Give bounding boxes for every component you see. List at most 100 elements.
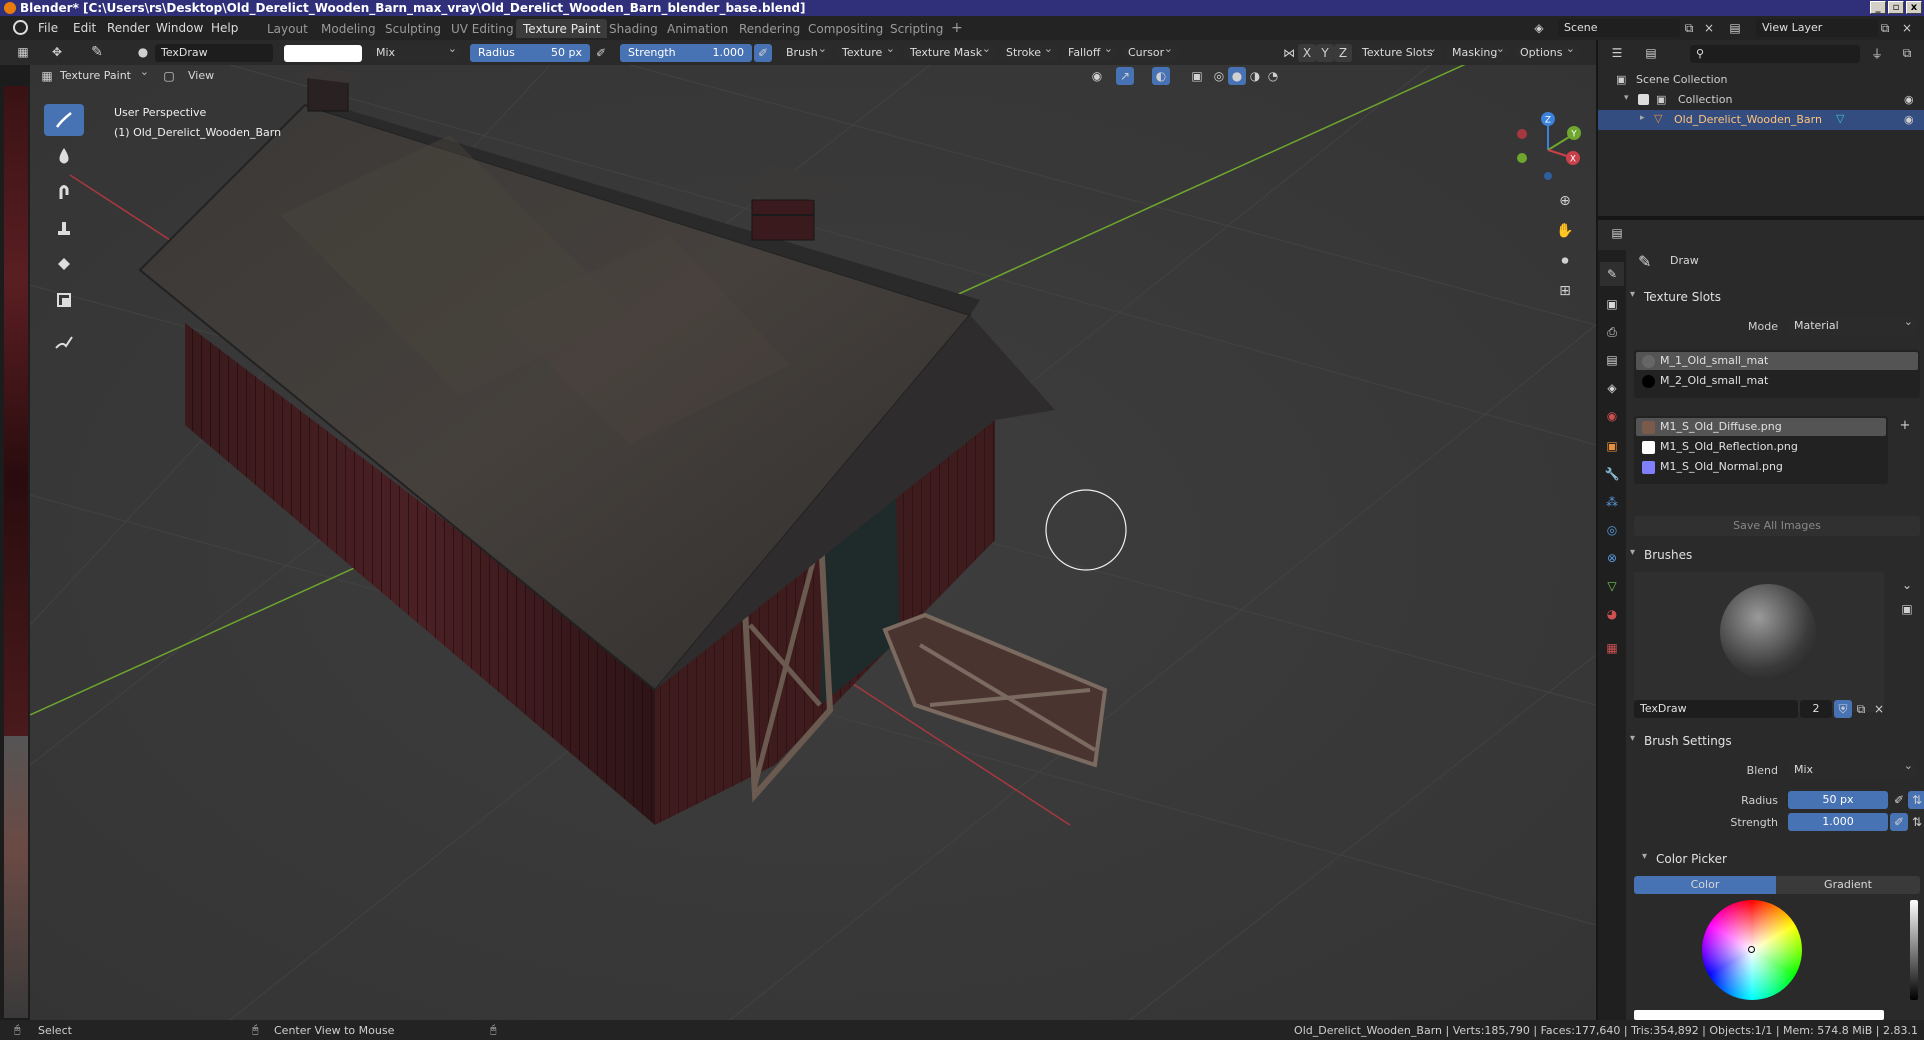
camera-icon[interactable]: ⏺ (1556, 252, 1574, 270)
brush-menu[interactable]: Brush (780, 42, 832, 62)
eye-icon[interactable]: ◉ (1904, 113, 1914, 126)
annotate-tool[interactable] (44, 326, 84, 358)
overlay-toggle-icon[interactable]: ◐ (1152, 67, 1170, 85)
wireframe-shading-icon[interactable]: ◎ (1210, 67, 1228, 85)
perspective-grid-icon[interactable]: ⊞ (1556, 282, 1574, 300)
material-shading-icon[interactable]: ◑ (1246, 67, 1264, 85)
scene-tab-icon[interactable]: ◈ (1600, 376, 1624, 400)
brush-preview-box[interactable] (1634, 572, 1884, 712)
masking-menu[interactable]: Masking (1446, 42, 1510, 62)
smear-tool[interactable] (44, 176, 84, 208)
strength-unit-icon[interactable]: ⇅ (1908, 813, 1924, 831)
view-menu[interactable]: View (188, 69, 214, 82)
image-slot-item[interactable]: M1_S_Old_Normal.png (1636, 458, 1886, 476)
left-image-editor-strip[interactable] (0, 40, 30, 1020)
world-tab-icon[interactable]: ◉ (1600, 404, 1624, 428)
brush-image-icon[interactable]: ▣ (1898, 600, 1916, 618)
delete-view-layer-icon[interactable]: × (1898, 19, 1916, 37)
mirror-x-toggle[interactable]: X (1298, 44, 1316, 62)
rendered-shading-icon[interactable]: ◔ (1264, 67, 1282, 85)
mode-dropdown[interactable]: Texture Paint (54, 65, 154, 85)
strength-slider[interactable]: 1.000 (1788, 813, 1888, 831)
outliner-search-input[interactable]: ⚲ (1690, 45, 1860, 63)
view-layer-tab-icon[interactable]: ▤ (1600, 348, 1624, 372)
maximize-button[interactable]: ▫ (1888, 1, 1904, 14)
value-slider[interactable] (1910, 900, 1918, 1000)
fill-tool[interactable] (44, 248, 84, 280)
radius-pressure-icon[interactable]: ✐ (592, 44, 610, 62)
scene-name-field[interactable]: Scene (1558, 19, 1680, 37)
color-preview-bar[interactable] (1634, 1010, 1884, 1020)
3d-viewport[interactable] (30, 65, 1596, 1020)
cursor-menu[interactable]: Cursor (1122, 42, 1178, 62)
image-slot-list[interactable]: M1_S_Old_Diffuse.png M1_S_Old_Reflection… (1634, 416, 1888, 484)
mirror-y-toggle[interactable]: Y (1316, 44, 1334, 62)
clone-tool[interactable] (44, 212, 84, 244)
options-menu[interactable]: Options (1514, 42, 1580, 62)
blend-mode-dropdown[interactable]: Mix (370, 42, 462, 62)
tab-texture-paint[interactable]: Texture Paint (516, 19, 608, 38)
tool-tab-icon[interactable]: ✎ (1600, 262, 1624, 286)
display-mode-icon[interactable]: ▤ (1642, 44, 1660, 62)
modifier-tab-icon[interactable]: 🔧 (1600, 462, 1624, 486)
stroke-menu[interactable]: Stroke (1000, 42, 1058, 62)
menu-edit[interactable]: Edit (73, 21, 96, 35)
eye-icon[interactable]: ◉ (1904, 93, 1914, 106)
symmetry-icon[interactable]: ⋈ (1280, 44, 1298, 62)
texture-mode-dropdown[interactable]: Material (1788, 315, 1918, 335)
xray-toggle-icon[interactable]: ▣ (1188, 67, 1206, 85)
soften-tool[interactable] (44, 140, 84, 172)
add-image-icon[interactable]: + (1896, 416, 1914, 434)
output-tab-icon[interactable]: ⎙ (1600, 320, 1624, 344)
tab-rendering[interactable]: Rendering (732, 19, 807, 38)
outliner-editor-icon[interactable]: ☰ (1608, 44, 1626, 62)
visibility-toggle-icon[interactable]: ◉ (1088, 67, 1106, 85)
tab-uv-editing[interactable]: UV Editing (444, 19, 521, 38)
duplicate-brush-icon[interactable]: ⧉ (1852, 700, 1870, 718)
menu-file[interactable]: File (38, 21, 58, 35)
material-slot-item[interactable]: M_1_Old_small_mat (1636, 352, 1918, 370)
material-slot-list[interactable]: M_1_Old_small_mat M_2_Old_small_mat (1634, 350, 1920, 398)
brush-icon[interactable]: ✎ (88, 43, 106, 61)
solid-shading-icon[interactable]: ● (1228, 67, 1246, 85)
paint-mask-icon[interactable]: ▢ (160, 67, 178, 85)
color-picker-header[interactable]: Color Picker (1638, 848, 1924, 870)
brush-name-field[interactable]: TexDraw (155, 44, 273, 62)
pan-hand-icon[interactable]: ✋ (1556, 222, 1574, 240)
properties-editor-icon[interactable]: ▤ (1608, 224, 1626, 242)
particles-tab-icon[interactable]: ⁂ (1600, 490, 1624, 514)
save-all-images-button[interactable]: Save All Images (1634, 516, 1920, 536)
mirror-z-toggle[interactable]: Z (1334, 44, 1352, 62)
strength-pressure-icon[interactable]: ✐ (754, 44, 772, 62)
checkbox-icon[interactable] (1638, 94, 1649, 105)
tab-sculpting[interactable]: Sculpting (378, 19, 448, 38)
gizmo-toggle-icon[interactable]: ↗ (1116, 67, 1134, 85)
close-button[interactable]: x (1906, 1, 1922, 14)
view-layer-icon[interactable]: ▤ (1726, 19, 1744, 37)
minimize-button[interactable]: _ (1870, 1, 1886, 14)
render-tab-icon[interactable]: ▣ (1600, 292, 1624, 316)
material-slot-item[interactable]: M_2_Old_small_mat (1636, 372, 1918, 390)
texture-mask-menu[interactable]: Texture Mask (904, 42, 996, 62)
expand-arrow-icon[interactable]: ▾ (1624, 93, 1629, 103)
tab-animation[interactable]: Animation (660, 19, 735, 38)
mask-tool[interactable] (44, 284, 84, 316)
tab-scripting[interactable]: Scripting (883, 19, 950, 38)
brush-name-field[interactable]: TexDraw (1634, 700, 1798, 718)
brush-settings-header[interactable]: Brush Settings (1626, 730, 1924, 752)
color-wheel[interactable] (1702, 900, 1802, 1000)
tab-layout[interactable]: Layout (260, 19, 315, 38)
strength-slider[interactable]: Strength 1.000 (620, 44, 752, 62)
zoom-icon[interactable]: ⊕ (1556, 192, 1574, 210)
fake-user-shield-icon[interactable]: ⛨ (1834, 700, 1852, 718)
image-slot-item[interactable]: M1_S_Old_Diffuse.png (1636, 418, 1886, 436)
filter-icon[interactable]: ⏚ (1868, 44, 1886, 62)
gradient-tab[interactable]: Gradient (1776, 876, 1920, 894)
delete-scene-icon[interactable]: × (1700, 19, 1718, 37)
navigation-gizmo[interactable]: Z Y X (1508, 110, 1588, 190)
menu-render[interactable]: Render (107, 21, 150, 35)
data-tab-icon[interactable]: ▽ (1600, 574, 1624, 598)
tab-modeling[interactable]: Modeling (314, 19, 383, 38)
material-tab-icon[interactable]: ◕ (1600, 602, 1624, 626)
radius-unit-icon[interactable]: ⇅ (1908, 791, 1924, 809)
